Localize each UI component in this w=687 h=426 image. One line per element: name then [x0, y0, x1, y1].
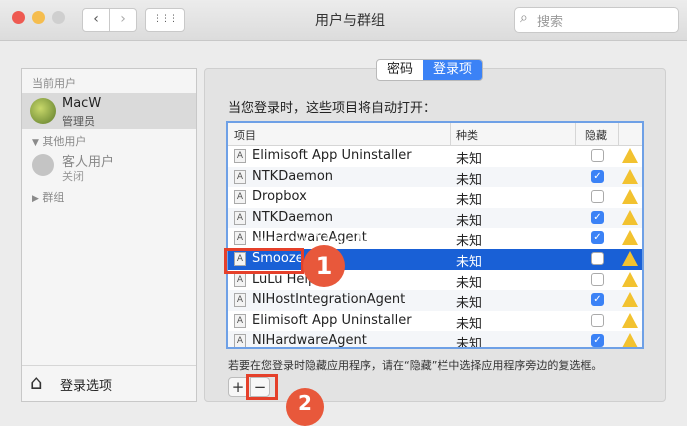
- item-kind: 未知: [456, 172, 483, 188]
- hide-checkbox[interactable]: [591, 252, 604, 265]
- tab-password[interactable]: 密码: [377, 60, 423, 80]
- other-users-label[interactable]: ▼ 其他用户: [32, 133, 86, 149]
- add-item-button[interactable]: +: [228, 377, 248, 397]
- item-name: NIHostIntegrationAgent: [252, 292, 406, 308]
- tab-bar: 密码 登录项: [376, 59, 484, 81]
- app-icon: A: [234, 190, 246, 205]
- item-kind: 未知: [456, 275, 483, 291]
- annotation-step-1: 1: [303, 245, 345, 287]
- annotation-highlight-row: [224, 248, 304, 274]
- login-options-label: 登录选项: [60, 379, 113, 394]
- app-icon: A: [234, 169, 246, 184]
- user-sidebar: 当前用户 MacW 管理员 ▼ 其他用户 客人用户 关闭 ▶ 群组 ⌂ 登录选项: [21, 68, 197, 402]
- title-bar: ‹ › ⋮⋮⋮ 用户与群组 ⌕ 搜索: [0, 0, 687, 41]
- hide-checkbox[interactable]: ✓: [591, 169, 604, 183]
- minimize-button[interactable]: [32, 11, 45, 24]
- warning-icon: [622, 209, 638, 225]
- login-items-heading: 当您登录时，这些项目将自动打开：: [228, 101, 437, 116]
- item-kind: 未知: [456, 337, 483, 349]
- groups-text: 群组: [42, 191, 65, 204]
- search-icon: ⌕: [520, 10, 528, 26]
- current-users-label: 当前用户: [32, 77, 76, 90]
- item-kind: 未知: [456, 316, 483, 332]
- item-kind: 未知: [456, 255, 483, 270]
- warning-icon: [622, 148, 638, 163]
- hide-checkbox[interactable]: [591, 149, 604, 162]
- warning-icon: [622, 251, 638, 266]
- search-placeholder: 搜索: [537, 15, 564, 30]
- item-name: Elimisoft App Uninstaller: [252, 148, 412, 163]
- warning-icon: [622, 189, 638, 205]
- warning-icon: [622, 230, 638, 246]
- disclosure-open-icon: ▼: [32, 138, 39, 148]
- warning-icon: [622, 292, 638, 308]
- item-name: NTKDaemon: [252, 168, 334, 184]
- hide-checkbox[interactable]: ✓: [591, 210, 604, 224]
- tab-login-items[interactable]: 登录项: [423, 60, 483, 80]
- table-row[interactable]: A Dropbox 未知: [228, 187, 642, 208]
- column-divider: [450, 123, 451, 145]
- groups-label[interactable]: ▶ 群组: [32, 189, 64, 205]
- forward-button[interactable]: ›: [109, 8, 137, 32]
- column-divider: [618, 123, 619, 145]
- item-kind: 未知: [456, 152, 483, 167]
- header-kind[interactable]: 种类: [456, 127, 478, 143]
- hide-checkbox[interactable]: [591, 190, 604, 204]
- annotation-highlight-remove: [246, 374, 278, 400]
- sidebar-item-guest[interactable]: 客人用户 关闭: [22, 149, 196, 183]
- table-row[interactable]: A Elimisoft App Uninstaller 未知: [228, 146, 642, 167]
- item-kind: 未知: [456, 296, 483, 312]
- warning-icon: [622, 271, 638, 287]
- hide-hint-text: 若要在您登录时隐藏应用程序，请在“隐藏”栏中选择应用程序旁边的复选框。: [228, 359, 603, 372]
- login-options-button[interactable]: ⌂ 登录选项: [22, 365, 196, 402]
- app-icon: A: [234, 334, 246, 347]
- back-button[interactable]: ‹: [82, 8, 110, 32]
- column-divider: [575, 123, 576, 145]
- guest-status: 关闭: [62, 170, 84, 183]
- warning-icon: [622, 333, 638, 347]
- header-item[interactable]: 项目: [234, 127, 256, 143]
- app-icon: A: [234, 149, 246, 163]
- item-kind: 未知: [456, 213, 483, 229]
- table-row[interactable]: A NTKDaemon 未知 ✓: [228, 207, 642, 229]
- item-name: NTKDaemon: [252, 209, 334, 225]
- house-icon: ⌂: [30, 370, 43, 394]
- app-icon: A: [234, 293, 246, 308]
- table-row[interactable]: A Elimisoft App Uninstaller 未知: [228, 311, 642, 332]
- annotation-step-2: 2: [286, 388, 324, 426]
- hide-checkbox[interactable]: [591, 313, 604, 327]
- item-kind: 未知: [456, 234, 483, 250]
- item-kind: 未知: [456, 193, 483, 209]
- warning-icon: [622, 168, 638, 184]
- table-row[interactable]: A NIHardwareAgent 未知 ✓: [228, 331, 642, 349]
- item-name: Elimisoft App Uninstaller: [252, 312, 412, 328]
- hide-checkbox[interactable]: ✓: [591, 293, 604, 307]
- hide-checkbox[interactable]: ✓: [591, 231, 604, 245]
- zoom-button[interactable]: [52, 11, 65, 24]
- disclosure-closed-icon: ▶: [32, 194, 39, 204]
- avatar: [30, 98, 56, 124]
- app-icon: A: [234, 313, 246, 328]
- search-input[interactable]: ⌕ 搜索: [514, 7, 679, 33]
- warning-icon: [622, 312, 638, 328]
- table-row[interactable]: A NTKDaemon 未知 ✓: [228, 166, 642, 188]
- app-icon: A: [234, 272, 246, 287]
- other-users-text: 其他用户: [42, 135, 87, 148]
- table-header: 项目 种类 隐藏: [228, 123, 642, 146]
- header-hide[interactable]: 隐藏: [585, 127, 607, 143]
- close-button[interactable]: [12, 11, 25, 24]
- app-icon: A: [234, 210, 246, 225]
- table-row[interactable]: A NIHostIntegrationAgent 未知 ✓: [228, 290, 642, 311]
- show-all-button[interactable]: ⋮⋮⋮: [145, 8, 185, 32]
- hide-checkbox[interactable]: [591, 272, 604, 286]
- guest-avatar-icon: [32, 154, 54, 176]
- item-name: Dropbox: [252, 189, 307, 205]
- user-name: MacW: [62, 96, 102, 111]
- window-title: 用户与群组: [315, 13, 385, 29]
- sidebar-item-macw[interactable]: MacW 管理员: [22, 93, 196, 129]
- app-icon: A: [234, 231, 246, 246]
- hide-checkbox[interactable]: ✓: [591, 334, 604, 347]
- user-role: 管理员: [62, 115, 95, 128]
- item-name: NIHardwareAgent: [252, 333, 367, 349]
